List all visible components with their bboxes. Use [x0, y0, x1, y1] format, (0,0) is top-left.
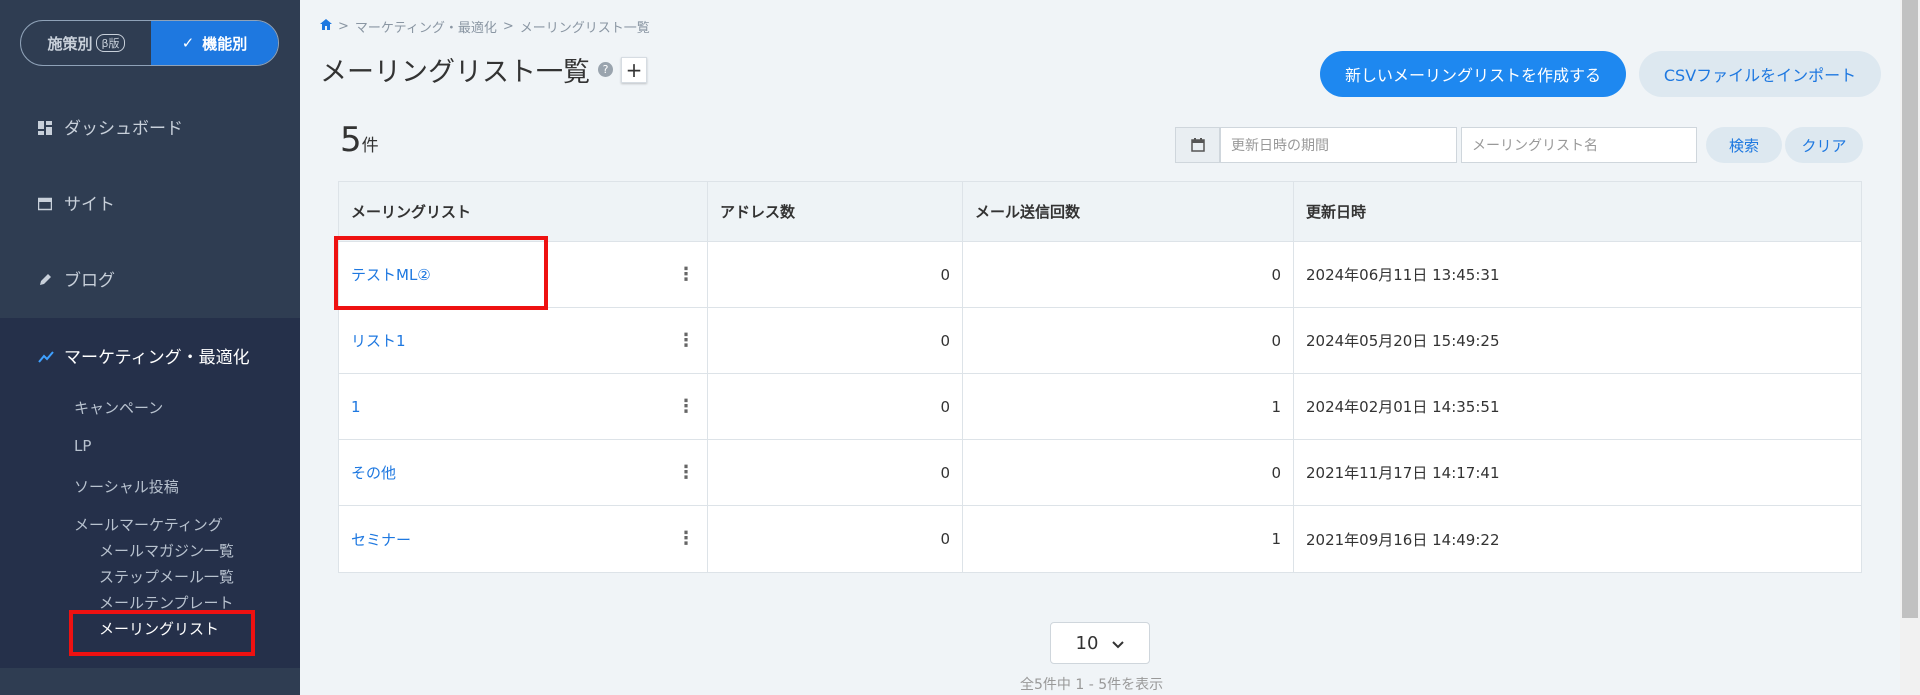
page-title-row: メーリングリスト一覧 ? + [320, 50, 647, 89]
more-options-icon[interactable]: ⋮ [677, 530, 695, 548]
table-row: テストML② ⋮ 0 0 2024年06月11日 13:45:31 [339, 242, 1861, 308]
by-measure-label: 施策別 [47, 34, 93, 53]
sidebar-sub-mail-marketing[interactable]: メールマーケティング [74, 514, 223, 535]
import-csv-button[interactable]: CSVファイルをインポート [1639, 51, 1881, 97]
breadcrumb-separator: > [502, 19, 514, 34]
page-title: メーリングリスト一覧 [320, 57, 590, 88]
check-icon: ✓ [181, 34, 195, 52]
send-count: 1 [963, 374, 1294, 439]
dashboard-icon [38, 120, 52, 135]
result-count: 5件 [340, 120, 379, 160]
sidebar-item-site[interactable]: サイト [37, 190, 115, 215]
by-function-toggle[interactable]: ✓ 機能別 [151, 21, 278, 65]
breadcrumb-separator: > [338, 19, 349, 34]
header-send-count[interactable]: メール送信回数 [963, 182, 1294, 241]
sidebar: 施策別 β版 ✓ 機能別 ダッシュボード サイト ブログ マーケティング・最適化… [0, 0, 300, 695]
table-header: メーリングリスト アドレス数 メール送信回数 更新日時 [339, 182, 1861, 242]
beta-badge: β版 [96, 34, 125, 52]
sidebar-item-label: ダッシュボード [64, 119, 183, 139]
date-range-input[interactable]: 更新日時の期間 [1220, 127, 1457, 163]
header-address-count[interactable]: アドレス数 [708, 182, 963, 241]
pencil-icon [38, 272, 52, 286]
highlight-box-sidebar [69, 610, 255, 656]
more-options-icon[interactable]: ⋮ [677, 397, 695, 416]
sidebar-item-dashboard[interactable]: ダッシュボード [38, 114, 183, 139]
clear-button[interactable]: クリア [1785, 127, 1863, 163]
updated-at: 2021年11月17日 14:17:41 [1306, 464, 1500, 482]
updated-at: 2024年06月11日 13:45:31 [1306, 266, 1500, 284]
send-count: 0 [963, 308, 1294, 373]
chevron-down-icon [1112, 633, 1125, 654]
updated-at: 2024年02月01日 14:35:51 [1306, 398, 1500, 416]
table-row: リスト1 ⋮ 0 0 2024年05月20日 15:49:25 [339, 308, 1861, 374]
per-page-value: 10 [1075, 632, 1099, 654]
address-count: 0 [708, 374, 963, 439]
send-count: 0 [963, 242, 1294, 307]
breadcrumb-level1[interactable]: マーケティング・最適化 [355, 17, 497, 36]
table-row: セミナー ⋮ 0 1 2021年09月16日 14:49:22 [339, 506, 1861, 572]
address-count: 0 [708, 242, 963, 307]
more-options-icon[interactable]: ⋮ [677, 331, 695, 350]
address-count: 0 [708, 506, 963, 572]
list-name-cell: 1 ⋮ [339, 374, 708, 439]
send-count: 1 [963, 506, 1294, 572]
list-name-link[interactable]: その他 [351, 462, 396, 483]
sidebar-item-label: ブログ [64, 271, 115, 291]
breadcrumb-level2: メーリングリスト一覧 [519, 21, 650, 36]
list-name-link[interactable]: セミナー [351, 529, 411, 550]
create-mailing-list-button[interactable]: 新しいメーリングリストを作成する [1320, 51, 1626, 97]
sidebar-sub-lp[interactable]: LP [74, 437, 91, 455]
updated-at: 2024年05月20日 15:49:25 [1306, 332, 1500, 350]
list-name-cell: リスト1 ⋮ [339, 308, 708, 373]
calendar-icon[interactable] [1175, 127, 1220, 163]
sidebar-item-blog[interactable]: ブログ [38, 266, 115, 291]
result-count-unit: 件 [361, 136, 379, 156]
scrollbar-thumb[interactable] [1902, 0, 1918, 618]
add-button[interactable]: + [621, 56, 647, 83]
sidebar-sub-step[interactable]: ステップメール一覧 [99, 566, 234, 587]
list-name-link[interactable]: リスト1 [351, 330, 406, 351]
breadcrumb: > マーケティング・最適化 > メーリングリスト一覧 [320, 17, 650, 36]
list-name-cell: その他 ⋮ [339, 440, 708, 505]
by-measure-toggle[interactable]: 施策別 β版 [21, 21, 151, 65]
per-page-select[interactable]: 10 [1050, 622, 1150, 664]
sidebar-sub-magazine[interactable]: メールマガジン一覧 [99, 540, 234, 561]
table-row: 1 ⋮ 0 1 2024年02月01日 14:35:51 [339, 374, 1861, 440]
home-icon[interactable] [320, 19, 332, 34]
mailing-list-table: メーリングリスト アドレス数 メール送信回数 更新日時 テストML② ⋮ 0 0… [338, 181, 1862, 573]
sidebar-sub-social[interactable]: ソーシャル投稿 [74, 476, 179, 497]
list-name-cell: セミナー ⋮ [339, 506, 708, 572]
send-count: 0 [963, 440, 1294, 505]
header-updated-at[interactable]: 更新日時 [1294, 182, 1861, 241]
table-row: その他 ⋮ 0 0 2021年11月17日 14:17:41 [339, 440, 1861, 506]
more-options-icon[interactable]: ⋮ [677, 463, 695, 482]
address-count: 0 [708, 440, 963, 505]
window-icon [37, 196, 53, 210]
help-icon[interactable]: ? [598, 62, 613, 77]
search-button[interactable]: 検索 [1706, 127, 1782, 163]
result-count-number: 5 [340, 120, 362, 160]
address-count: 0 [708, 308, 963, 373]
view-mode-toggle: 施策別 β版 ✓ 機能別 [20, 20, 279, 66]
sidebar-item-label: マーケティング・最適化 [64, 348, 250, 368]
header-mailing-list[interactable]: メーリングリスト [339, 182, 708, 241]
by-function-label: 機能別 [202, 34, 248, 53]
trend-icon [38, 349, 54, 363]
list-name-link[interactable]: 1 [351, 398, 361, 416]
sidebar-sub-campaign[interactable]: キャンペーン [74, 397, 163, 418]
highlight-box-table [334, 236, 548, 310]
sidebar-item-marketing[interactable]: マーケティング・最適化 [38, 343, 250, 368]
more-options-icon[interactable]: ⋮ [677, 265, 695, 284]
pagination-info: 全5件中 1 - 5件を表示 [1020, 677, 1164, 693]
updated-at: 2021年09月16日 14:49:22 [1306, 530, 1500, 549]
list-name-input[interactable]: メーリングリスト名 [1461, 127, 1697, 163]
sidebar-item-label: サイト [64, 195, 115, 215]
